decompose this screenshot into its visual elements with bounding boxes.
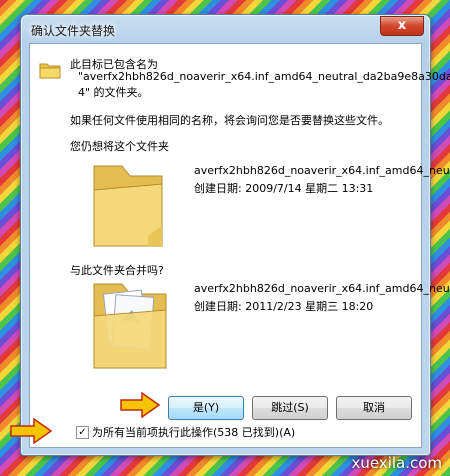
source-folder-icon [93,165,163,247]
arrow-pointer-icon [120,392,160,418]
title-bar[interactable]: 确认文件夹替换 x [21,15,430,43]
message-line-2: "averfx2hbh826d_noaverir_x64.inf_amd64_n… [78,70,450,83]
target-folder-created: 创建日期: 2011/2/23 星期三 18:20 [194,300,374,313]
close-icon: x [397,18,407,33]
watermark: xuexila.com [351,454,442,472]
cancel-button-label: 取消 [363,401,385,414]
folder-icon [39,63,61,79]
close-button[interactable]: x [380,16,424,36]
skip-button[interactable]: 跳过(S) [252,396,328,420]
confirm-folder-replace-dialog: 确认文件夹替换 x 此目标已包含名为 "averfx2hbh826d_noave… [20,14,450,456]
replace-question: 您仍想将这个文件夹 [70,140,169,153]
skip-button-label: 跳过(S) [271,401,309,414]
apply-to-all-checkbox[interactable]: ✓ [76,426,89,439]
message-line-3: 4" 的文件夹。 [78,86,149,99]
folder-with-documents-icon [93,283,167,369]
cancel-button[interactable]: 取消 [336,396,412,420]
target-folder-name: averfx2hbh826d_noaverir_x64.inf_amd64_ne… [194,282,450,295]
source-folder-name: averfx2hbh826d_noaverir_x64.inf_amd64_ne… [194,164,450,177]
checkbox-arrow-pointer-icon [10,418,52,444]
dialog-body: 此目标已包含名为 "averfx2hbh826d_noaverir_x64.in… [29,43,450,448]
dialog-title: 确认文件夹替换 [31,24,116,38]
yes-button-label: 是(Y) [192,401,220,414]
merge-question: 与此文件夹合并吗? [70,264,164,277]
apply-to-all-label[interactable]: 为所有当前项执行此操作(538 已找到)(A) [92,424,295,440]
yes-button[interactable]: 是(Y) [168,396,244,420]
info-text: 如果任何文件使用相同的名称，将会询问您是否要替换这些文件。 [70,114,389,127]
source-folder-created: 创建日期: 2009/7/14 星期二 13:31 [194,182,374,195]
